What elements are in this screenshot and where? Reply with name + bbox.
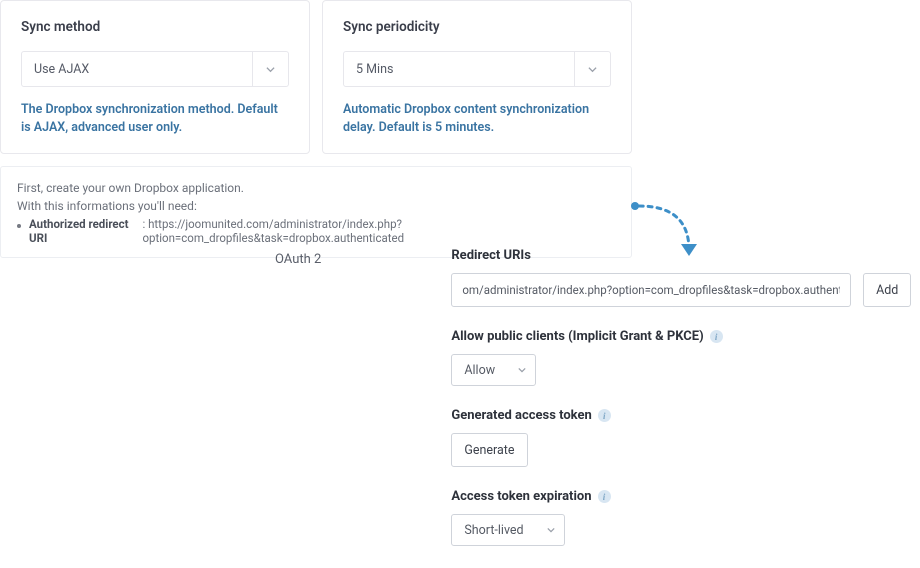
sync-method-value: Use AJAX: [22, 52, 252, 86]
sync-method-title: Sync method: [21, 19, 289, 35]
redirect-uri-row: Add: [451, 273, 911, 307]
sync-method-dropdown[interactable]: Use AJAX: [21, 51, 289, 87]
redirect-uris-title: Redirect URIs: [451, 248, 911, 263]
redirect-uri-input[interactable]: [451, 273, 851, 307]
dropbox-info-strip: First, create your own Dropbox applicati…: [0, 166, 632, 258]
sync-periodicity-card: Sync periodicity 5 Mins Automatic Dropbo…: [322, 0, 632, 154]
top-config-area: Sync method Use AJAX The Dropbox synchro…: [0, 0, 920, 258]
config-cards-row: Sync method Use AJAX The Dropbox synchro…: [0, 0, 920, 154]
token-expiration-title: Access token expiration i: [451, 489, 911, 504]
info-icon[interactable]: i: [598, 409, 611, 422]
generated-token-title: Generated access token i: [451, 408, 911, 423]
sync-periodicity-title: Sync periodicity: [343, 19, 611, 35]
token-expiration-label: Access token expiration: [451, 489, 591, 504]
chevron-down-icon: [538, 515, 564, 545]
generate-button[interactable]: Generate: [451, 433, 527, 467]
info-line-2: With this informations you'll need:: [17, 197, 615, 215]
sync-method-card: Sync method Use AJAX The Dropbox synchro…: [0, 0, 310, 154]
token-expiration-dropdown[interactable]: Short-lived: [451, 514, 564, 546]
generated-token-label: Generated access token: [451, 408, 591, 423]
bullet-dot-icon: [17, 224, 21, 228]
public-clients-label: Allow public clients (Implicit Grant & P…: [451, 329, 703, 344]
token-expiration-value: Short-lived: [452, 515, 537, 545]
sync-method-help: The Dropbox synchronization method. Defa…: [21, 101, 289, 137]
public-clients-dropdown[interactable]: Allow: [451, 354, 536, 386]
chevron-down-icon: [509, 355, 535, 385]
info-icon[interactable]: i: [710, 330, 723, 343]
oauth-area: OAuth 2 Redirect URIs Add Allow public c…: [275, 248, 911, 568]
info-icon[interactable]: i: [598, 490, 611, 503]
public-clients-value: Allow: [452, 355, 509, 385]
info-bullet-label: Authorized redirect URI: [29, 217, 138, 245]
info-bullet-uri: : https://joomunited.com/administrator/i…: [142, 217, 615, 245]
chevron-down-icon: [574, 52, 610, 86]
info-bullet-row: Authorized redirect URI : https://joomun…: [17, 217, 615, 245]
sync-periodicity-help: Automatic Dropbox content synchronizatio…: [343, 101, 611, 137]
oauth-section-label: OAuth 2: [275, 248, 321, 267]
oauth-form: Redirect URIs Add Allow public clients (…: [451, 248, 911, 568]
public-clients-title: Allow public clients (Implicit Grant & P…: [451, 329, 911, 344]
redirect-uris-label: Redirect URIs: [451, 248, 531, 263]
chevron-down-icon: [252, 52, 288, 86]
sync-periodicity-value: 5 Mins: [344, 52, 574, 86]
generate-button-row: Generate: [451, 433, 527, 467]
add-button[interactable]: Add: [863, 273, 911, 307]
info-line-1: First, create your own Dropbox applicati…: [17, 179, 615, 197]
sync-periodicity-dropdown[interactable]: 5 Mins: [343, 51, 611, 87]
